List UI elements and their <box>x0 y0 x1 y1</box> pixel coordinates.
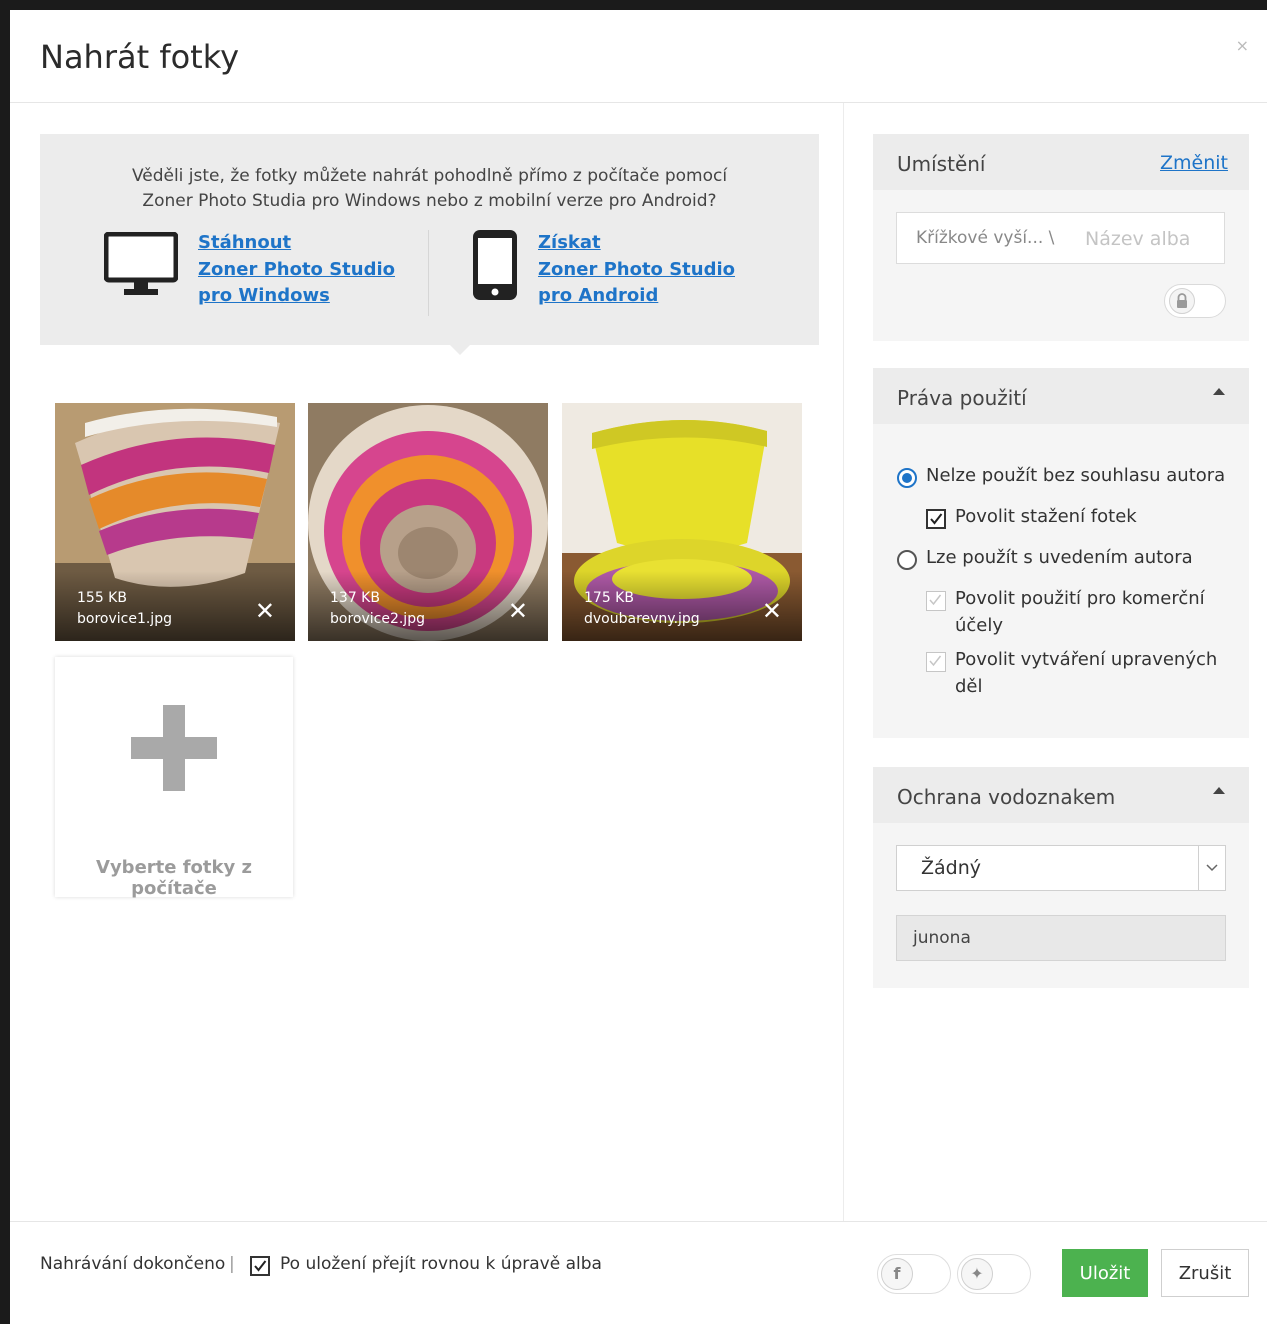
smartphone-icon <box>473 230 517 300</box>
remove-photo-icon[interactable]: ✕ <box>508 599 528 623</box>
desktop-monitor-icon <box>104 232 178 295</box>
usage-rights-panel: Práva použití Nelze použít bez souhlasu … <box>873 368 1249 738</box>
footer-divider <box>10 1221 1267 1222</box>
allow-commercial-checkbox[interactable] <box>926 591 946 611</box>
usage-rights-header[interactable]: Práva použití <box>873 368 1249 424</box>
photo-size: 137 KB <box>330 590 380 606</box>
save-button[interactable]: Uložit <box>1062 1249 1148 1297</box>
option-no-use-label: Nelze použít bez souhlasu autora <box>926 465 1226 486</box>
link-line: Získat <box>538 232 601 253</box>
label-line: děl <box>955 676 983 697</box>
private-album-toggle[interactable] <box>1164 284 1226 318</box>
location-panel: Umístění Změnit Křížkové vyší... \ <box>873 134 1249 341</box>
promo-box: Věděli jste, že fotky můžete nahrát poho… <box>40 134 819 355</box>
radio-attribution[interactable] <box>897 550 917 570</box>
photo-size: 155 KB <box>77 590 127 606</box>
watermark-text-value: junona <box>913 928 971 948</box>
allow-download-checkbox[interactable] <box>926 509 946 529</box>
facebook-icon: f <box>881 1258 913 1290</box>
facebook-share-toggle[interactable]: f <box>877 1254 951 1294</box>
photo-thumbnail[interactable]: 175 KB dvoubarevny.jpg ✕ <box>562 403 802 641</box>
collapse-caret-icon[interactable] <box>1213 388 1225 395</box>
upload-status: Nahrávání dokončeno <box>40 1254 226 1274</box>
option-attribution-label: Lze použít s uvedením autora <box>926 547 1193 568</box>
promo-separator <box>428 230 429 316</box>
link-line: pro Windows <box>198 285 330 306</box>
photo-filename: dvoubarevny.jpg <box>584 611 700 627</box>
photo-filename: borovice2.jpg <box>330 611 425 627</box>
goto-album-label: Po uložení přejít rovnou k úpravě alba <box>280 1254 602 1274</box>
remove-photo-icon[interactable]: ✕ <box>255 599 275 623</box>
usage-rights-title: Práva použití <box>897 386 1027 410</box>
window-frame-top <box>0 0 1267 10</box>
window-frame-left <box>0 0 10 1324</box>
radio-no-use[interactable] <box>897 468 917 488</box>
get-android-link[interactable]: Získat Zoner Photo Studio pro Android <box>538 230 735 310</box>
photo-thumbnail[interactable]: 155 KB borovice1.jpg ✕ <box>55 403 295 641</box>
promo-text-line-2: Zoner Photo Studia pro Windows nebo z mo… <box>142 191 717 211</box>
chevron-down-icon[interactable] <box>1198 846 1225 890</box>
watermark-header[interactable]: Ochrana vodoznakem <box>873 767 1249 823</box>
promo-text: Věděli jste, že fotky můžete nahrát poho… <box>40 164 819 214</box>
photo-size: 175 KB <box>584 590 634 606</box>
label-line: Povolit vytváření upravených <box>955 649 1218 670</box>
twitter-share-toggle[interactable]: ✦ <box>957 1254 1031 1294</box>
add-photos-tile[interactable]: Vyberte fotky z počítače <box>55 657 293 899</box>
header-divider <box>10 102 1267 103</box>
album-name-input[interactable] <box>1083 223 1217 255</box>
twitter-icon: ✦ <box>961 1258 993 1290</box>
remove-photo-icon[interactable]: ✕ <box>762 599 782 623</box>
footer-separator: | <box>229 1254 235 1274</box>
location-title: Umístění <box>897 152 986 176</box>
close-icon[interactable]: × <box>1236 36 1249 55</box>
photo-thumbnail[interactable]: 137 KB borovice2.jpg ✕ <box>308 403 548 641</box>
link-line: Stáhnout <box>198 232 292 253</box>
watermark-title: Ochrana vodoznakem <box>897 785 1116 809</box>
allow-download-label: Povolit stažení fotek <box>955 506 1137 527</box>
change-location-link[interactable]: Změnit <box>1160 152 1228 174</box>
allow-derivatives-checkbox[interactable] <box>926 652 946 672</box>
link-line: pro Android <box>538 285 659 306</box>
photo-filename: borovice1.jpg <box>77 611 172 627</box>
watermark-select[interactable]: Žádný <box>896 845 1226 891</box>
watermark-text-field[interactable]: junona <box>896 915 1226 961</box>
location-panel-header: Umístění Změnit <box>873 134 1249 190</box>
promo-text-line-1: Věděli jste, že fotky můžete nahrát poho… <box>131 166 728 186</box>
allow-derivatives-label: Povolit vytváření upravených děl <box>955 646 1217 700</box>
album-location-field: Křížkové vyší... \ <box>896 212 1225 264</box>
lock-icon <box>1169 288 1195 314</box>
cancel-button[interactable]: Zrušit <box>1161 1249 1249 1297</box>
allow-commercial-label: Povolit použití pro komerční účely <box>955 585 1205 639</box>
location-path: Křížkové vyší... \ <box>916 228 1055 248</box>
label-line: účely <box>955 615 1004 636</box>
upload-dialog: Nahrát fotky × Věděli jste, že fotky můž… <box>10 10 1267 1324</box>
dialog-title: Nahrát fotky <box>40 38 240 76</box>
link-line: Zoner Photo Studio <box>538 258 735 280</box>
add-photos-label: Vyberte fotky z počítače <box>96 857 252 899</box>
watermark-panel: Ochrana vodoznakem Žádný junona <box>873 767 1249 988</box>
link-line: Zoner Photo Studio <box>198 258 395 280</box>
collapse-caret-icon[interactable] <box>1213 787 1225 794</box>
goto-album-checkbox[interactable] <box>250 1256 270 1276</box>
watermark-selected-value: Žádný <box>921 857 982 879</box>
download-windows-link[interactable]: Stáhnout Zoner Photo Studio pro Windows <box>198 230 395 310</box>
label-line: Povolit použití pro komerční <box>955 588 1205 609</box>
promo-pointer <box>450 345 470 355</box>
column-divider <box>843 103 844 1221</box>
